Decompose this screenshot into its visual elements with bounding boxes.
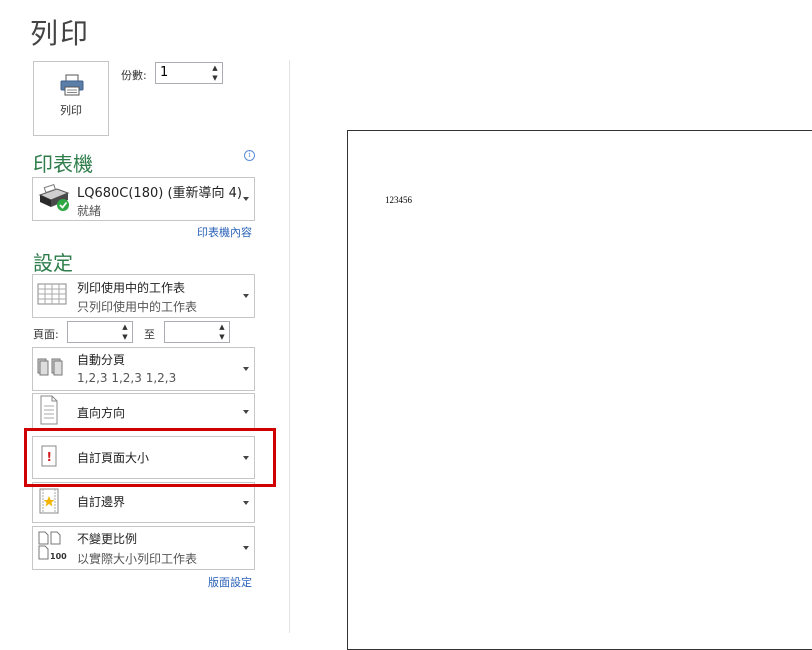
printer-properties-link[interactable]: 印表機內容 (197, 224, 252, 240)
what-to-print-subtitle: 只列印使用中的工作表 (77, 300, 198, 314)
collation-title: 自動分頁 (77, 353, 126, 367)
preview-cell-text: 123456 (385, 195, 412, 205)
page-title: 列印 (30, 17, 91, 50)
copies-label: 份數: (121, 69, 147, 82)
panel-divider (289, 60, 290, 633)
printer-device-icon (37, 181, 71, 217)
pages-from-input[interactable]: ▲ ▼ (67, 321, 133, 343)
collation-select[interactable]: 自動分頁 1,2,3 1,2,3 1,2,3 (32, 347, 255, 391)
pages-to-input[interactable]: ▲ ▼ (164, 321, 230, 343)
margins-title: 自訂邊界 (77, 495, 126, 509)
collate-icon (37, 356, 67, 382)
what-to-print-select[interactable]: 列印使用中的工作表 只列印使用中的工作表 (32, 274, 255, 318)
pages-from-increment-icon[interactable]: ▲ (118, 322, 132, 332)
chevron-down-icon (243, 367, 249, 371)
print-preview-page: 123456 (347, 130, 812, 650)
ready-check-icon (57, 199, 69, 211)
info-icon[interactable]: i (244, 150, 255, 161)
chevron-down-icon (243, 294, 249, 298)
scaling-icon: 100 (37, 531, 69, 565)
copies-value: 1 (160, 65, 169, 80)
copies-input[interactable]: 1 ▲ ▼ (155, 62, 223, 84)
pages-to-decrement-icon[interactable]: ▼ (215, 332, 229, 342)
copies-increment-icon[interactable]: ▲ (208, 63, 222, 73)
orientation-select[interactable]: 直向方向 (32, 393, 255, 431)
printer-status: 就緒 (77, 204, 102, 218)
pages-from-decrement-icon[interactable]: ▼ (118, 332, 132, 342)
pages-label: 頁面: (33, 328, 59, 341)
chevron-down-icon (243, 410, 249, 414)
chevron-down-icon (243, 500, 249, 505)
chevron-down-icon (243, 546, 249, 550)
scaling-select[interactable]: 100 不變更比例 以實際大小列印工作表 (32, 526, 255, 570)
page-setup-link[interactable]: 版面設定 (208, 574, 252, 590)
what-to-print-title: 列印使用中的工作表 (77, 281, 186, 295)
printer-heading: 印表機 (33, 152, 93, 176)
sheet-icon (37, 282, 67, 310)
printer-select[interactable]: LQ680C(180) (重新導向 4) 就緒 (32, 177, 255, 221)
margins-select[interactable]: 自訂邊界 (32, 482, 255, 523)
chevron-down-icon (243, 455, 249, 460)
scaling-title: 不變更比例 (77, 532, 138, 546)
paper-size-select[interactable]: ! 自訂頁面大小 (32, 436, 255, 479)
printer-name: LQ680C(180) (重新導向 4) (77, 186, 243, 201)
pages-to-label: 至 (144, 328, 155, 341)
print-button[interactable]: 列印 (33, 61, 109, 136)
pages-to-increment-icon[interactable]: ▲ (215, 322, 229, 332)
print-button-label: 列印 (60, 104, 82, 117)
portrait-page-icon (37, 395, 59, 429)
margins-icon (37, 487, 61, 519)
svg-text:100: 100 (50, 552, 67, 561)
collation-subtitle: 1,2,3 1,2,3 1,2,3 (77, 371, 177, 385)
orientation-title: 直向方向 (77, 406, 126, 420)
printer-icon (60, 74, 84, 100)
svg-text:!: ! (47, 450, 52, 464)
scaling-subtitle: 以實際大小列印工作表 (77, 552, 198, 566)
paper-size-title: 自訂頁面大小 (77, 451, 150, 465)
paper-size-icon: ! (37, 443, 61, 473)
chevron-down-icon (243, 197, 249, 201)
settings-heading: 設定 (33, 251, 73, 275)
copies-decrement-icon[interactable]: ▼ (208, 73, 222, 83)
